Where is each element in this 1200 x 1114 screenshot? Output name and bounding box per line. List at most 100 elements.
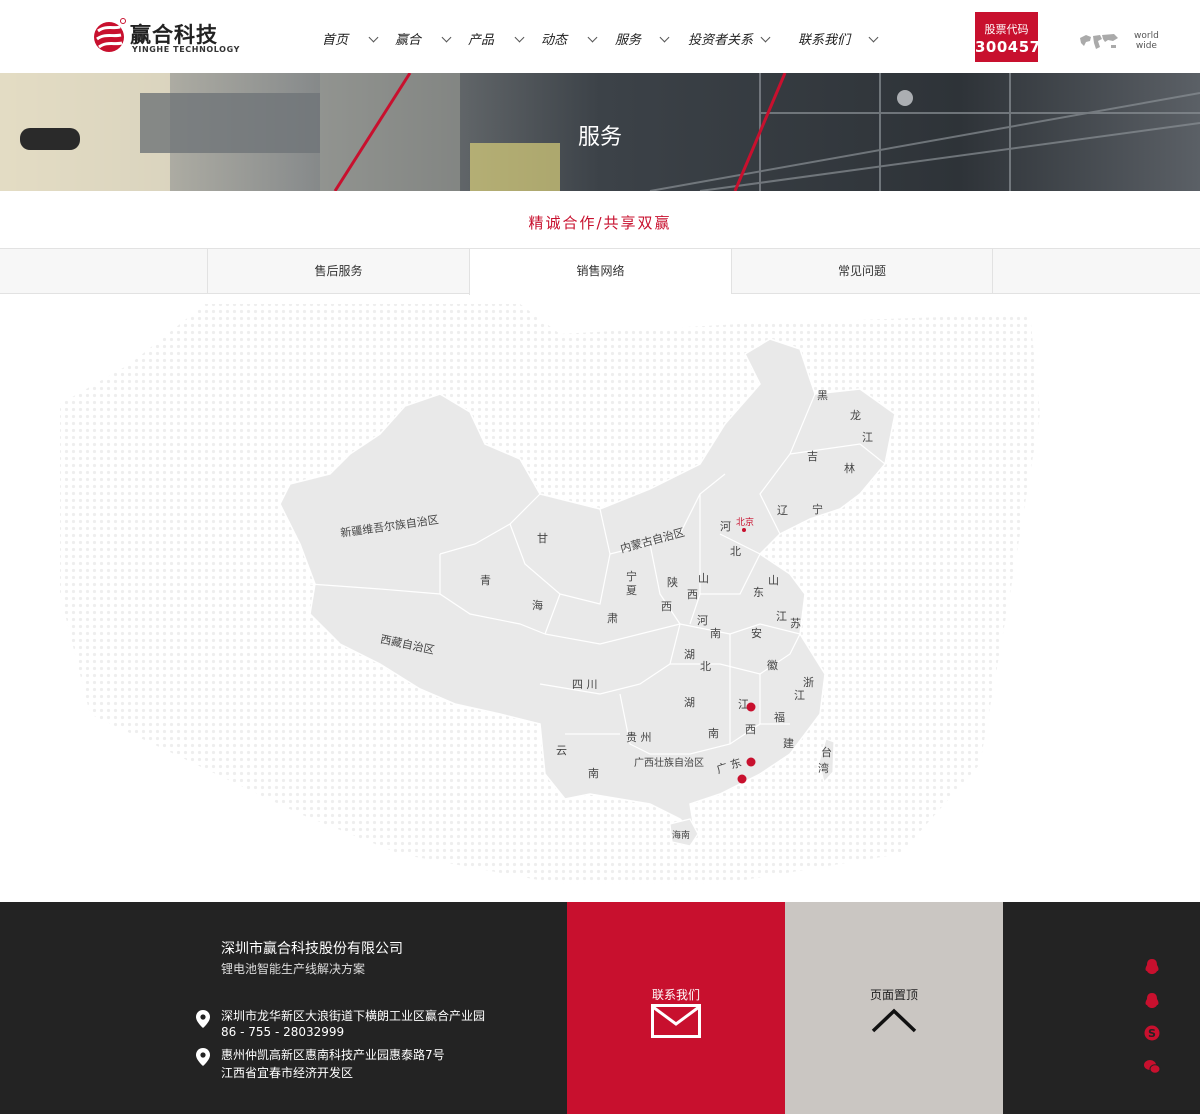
chevron-down-icon[interactable] [368,32,379,43]
label-hubei-1: 湖 [684,648,695,661]
label-yunnan-1: 云 [556,744,567,757]
label-hebei-2: 北 [730,545,741,558]
chevron-down-icon[interactable] [659,32,670,43]
page-banner: 服务 [0,73,1200,191]
logo-mark-icon [94,18,126,52]
label-gansu-1: 甘 [537,532,548,545]
company-name: 深圳市赢合科技股份有限公司 [221,941,403,957]
label-taiwan-2: 湾 [818,761,829,775]
label-jiangsu-1: 江 [776,610,787,623]
label-taiwan-1: 台 [821,745,832,759]
location-pin-icon [196,1048,210,1066]
location-pin-icon [196,1010,210,1028]
sales-marker-jiangxi[interactable] [746,702,756,712]
label-gansu-2: 肃 [607,612,618,625]
label-shanxi-1: 山 [698,572,709,585]
mail-icon [651,1004,701,1038]
logo[interactable]: 赢合科技 YINGHE TECHNOLOGY [92,17,242,57]
phone-number: 86 - 755 - 28032999 [221,1025,345,1039]
back-to-top-button[interactable]: 页面置顶 [785,902,1003,1114]
label-jiangxi-2: 西 [745,723,756,736]
company-tagline: 锂电池智能生产线解决方案 [221,962,366,976]
beijing-capital-dot [742,528,746,532]
slogan: 精诚合作/共享双赢 [528,214,672,232]
site-header: 赢合科技 YINGHE TECHNOLOGY 首页 赢合 产品 动态 服务 投资… [0,0,1200,73]
stock-code: 300457 [975,38,1041,56]
label-anhui-2: 徽 [767,658,778,672]
label-guangxi: 广西壮族自治区 [634,756,704,769]
label-yunnan-2: 南 [588,767,599,780]
label-heilongjiang-2: 龙 [850,409,861,422]
worldwide-link[interactable]: world wide [1078,30,1159,54]
label-beijing: 北京 [736,516,754,528]
page-title: 服务 [577,125,622,150]
label-jiangsu-2: 苏 [790,617,801,630]
label-sichuan: 四 川 [572,678,598,691]
nav-item-contact[interactable]: 联系我们 [798,29,850,48]
svg-text:S: S [1148,1027,1156,1040]
chevron-down-icon[interactable] [868,32,879,43]
label-fujian-2: 建 [783,736,794,750]
label-guizhou: 贵 州 [626,731,652,744]
label-shandong-1: 山 [768,574,779,587]
label-ningxia-1: 宁 [626,569,637,583]
label-shanxi-2: 西 [687,588,698,601]
nav-item-about[interactable]: 赢合 [395,29,421,48]
service-tabs: 售后服务 销售网络 常见问题 [0,248,1200,295]
skype-icon[interactable]: S [1143,1024,1161,1042]
chevron-down-icon[interactable] [587,32,598,43]
contact-us-label: 联系我们 [651,988,700,1002]
chevron-down-icon[interactable] [514,32,525,43]
china-map: 新疆维吾尔族自治区 西藏自治区 青 海 甘 肃 内蒙古自治区 宁 夏 陕 西 山… [60,304,1040,884]
stock-code-badge[interactable]: 股票代码 300457 [975,12,1041,62]
qq-icon[interactable] [1143,958,1161,976]
label-heilongjiang-1: 黑 [817,389,828,402]
address-jiangxi: 江西省宜春市经济开发区 [221,1066,354,1080]
label-hainan: 海南 [672,829,690,841]
label-zhejiang-2: 江 [794,689,805,702]
address-huizhou: 惠州仲凯高新区惠南科技产业园惠泰路7号 [221,1048,445,1062]
sales-marker-guangdong-1[interactable] [746,757,756,767]
nav-item-service[interactable]: 服务 [615,29,641,48]
label-liaoning-1: 辽 [777,504,788,517]
arrow-up-icon [871,1008,917,1033]
label-fujian-1: 福 [774,710,785,724]
stock-label: 股票代码 [984,23,1029,36]
label-hunan-1: 湖 [684,696,695,709]
worldwide-line1: world [1134,31,1159,41]
label-shaanxi-2: 西 [661,600,672,613]
tab-after-sales[interactable]: 售后服务 [207,249,469,294]
nav-item-investor[interactable]: 投资者关系 [688,29,753,48]
logo-text-en: YINGHE TECHNOLOGY [132,45,240,54]
label-shaanxi-1: 陕 [667,575,678,589]
worldwide-text: world wide [1134,31,1159,51]
label-qinghai-1: 青 [480,574,491,587]
wechat-icon[interactable] [1143,1058,1161,1076]
tab-sales-network[interactable]: 销售网络 [469,249,731,295]
label-heilongjiang-3: 江 [862,431,873,444]
chevron-down-icon[interactable] [441,32,452,43]
label-jilin-2: 林 [844,461,855,475]
world-map-icon [1080,34,1118,49]
label-anhui-1: 安 [751,626,762,640]
address-shenzhen: 深圳市龙华新区大浪街道下横朗工业区赢合产业园 [221,1009,486,1023]
qq-icon[interactable] [1143,992,1161,1010]
label-henan-1: 河 [697,614,708,627]
label-zhejiang-1: 浙 [803,676,814,689]
contact-us-button[interactable]: 联系我们 [567,902,785,1114]
nav-item-products[interactable]: 产品 [468,29,494,48]
label-jilin-1: 吉 [807,450,818,463]
tab-faq[interactable]: 常见问题 [731,249,993,294]
sales-marker-guangdong-2[interactable] [737,774,747,784]
sales-network-map: 新疆维吾尔族自治区 西藏自治区 青 海 甘 肃 内蒙古自治区 宁 夏 陕 西 山… [0,294,1200,902]
label-hunan-2: 南 [708,727,719,740]
label-shandong-2: 东 [753,586,764,599]
chevron-down-icon[interactable] [760,32,771,43]
label-ningxia-2: 夏 [626,584,637,597]
label-qinghai-2: 海 [532,598,543,612]
label-hebei-1: 河 [720,520,731,533]
nav-item-news[interactable]: 动态 [541,29,567,48]
label-liaoning-2: 宁 [812,502,823,516]
label-hubei-2: 北 [700,660,711,673]
nav-item-home[interactable]: 首页 [322,29,348,48]
